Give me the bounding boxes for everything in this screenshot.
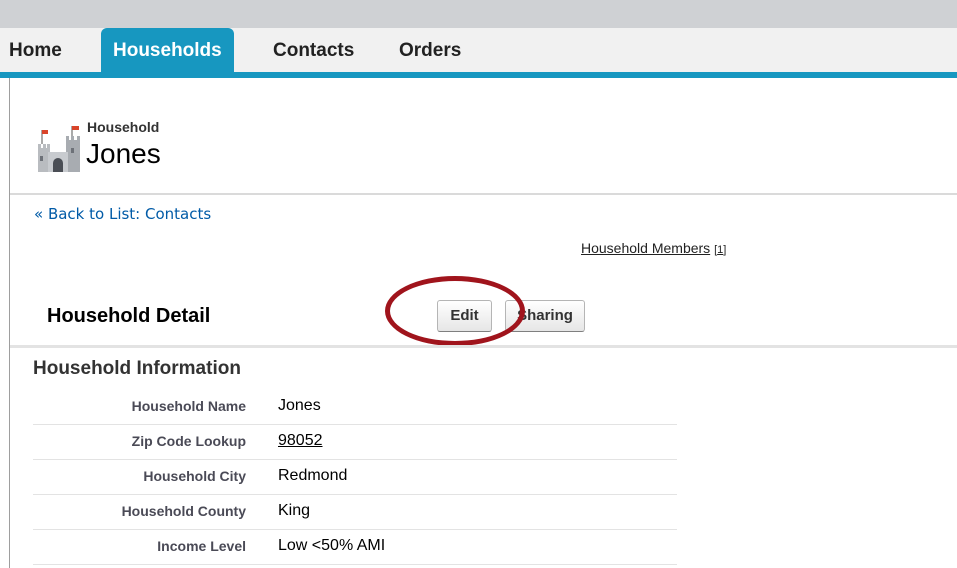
field-label-income-level: Income Level xyxy=(157,538,246,554)
edit-button[interactable]: Edit xyxy=(437,300,492,332)
field-row: Household County King xyxy=(33,495,677,530)
page-left-border xyxy=(9,78,10,568)
household-members-link[interactable]: Household Members xyxy=(581,240,710,256)
tab-contacts[interactable]: Contacts xyxy=(273,28,354,72)
field-row: Household Name Jones xyxy=(33,390,677,425)
field-value-income-level: Low <50% AMI xyxy=(278,537,386,554)
household-members-count: [1] xyxy=(714,244,727,256)
tab-bar: Home Households Contacts Orders xyxy=(0,28,957,78)
detail-section-title: Household Detail xyxy=(47,305,211,327)
field-value-household-county: King xyxy=(278,502,311,519)
back-to-list-link[interactable]: « Back to List: Contacts xyxy=(34,205,211,223)
tab-orders[interactable]: Orders xyxy=(399,28,461,72)
record-type-label: Household xyxy=(87,119,160,135)
sharing-button[interactable]: Sharing xyxy=(505,300,585,332)
tab-households[interactable]: Households xyxy=(101,28,234,72)
record-title: Jones xyxy=(86,138,161,169)
info-section-title: Household Information xyxy=(33,358,241,379)
browser-top-strip xyxy=(0,0,957,28)
field-value-household-name: Jones xyxy=(278,397,321,414)
related-list-links: Household Members [1] xyxy=(581,240,726,256)
field-label-household-name: Household Name xyxy=(131,398,246,414)
tab-home[interactable]: Home xyxy=(9,28,62,72)
field-label-zip-code-lookup: Zip Code Lookup xyxy=(131,433,246,449)
field-row: Zip Code Lookup 98052 xyxy=(33,425,677,460)
field-row: Income Level Low <50% AMI xyxy=(33,530,677,565)
castle-icon xyxy=(38,126,80,172)
detail-divider xyxy=(10,345,957,348)
field-value-household-city: Redmond xyxy=(278,467,348,484)
field-label-household-county: Household County xyxy=(121,503,246,519)
info-field-table: Household Name Jones Zip Code Lookup 980… xyxy=(33,390,677,565)
header-divider xyxy=(10,193,957,195)
field-label-household-city: Household City xyxy=(143,468,246,484)
field-value-zip-code-link[interactable]: 98052 xyxy=(278,432,323,450)
field-row: Household City Redmond xyxy=(33,460,677,495)
